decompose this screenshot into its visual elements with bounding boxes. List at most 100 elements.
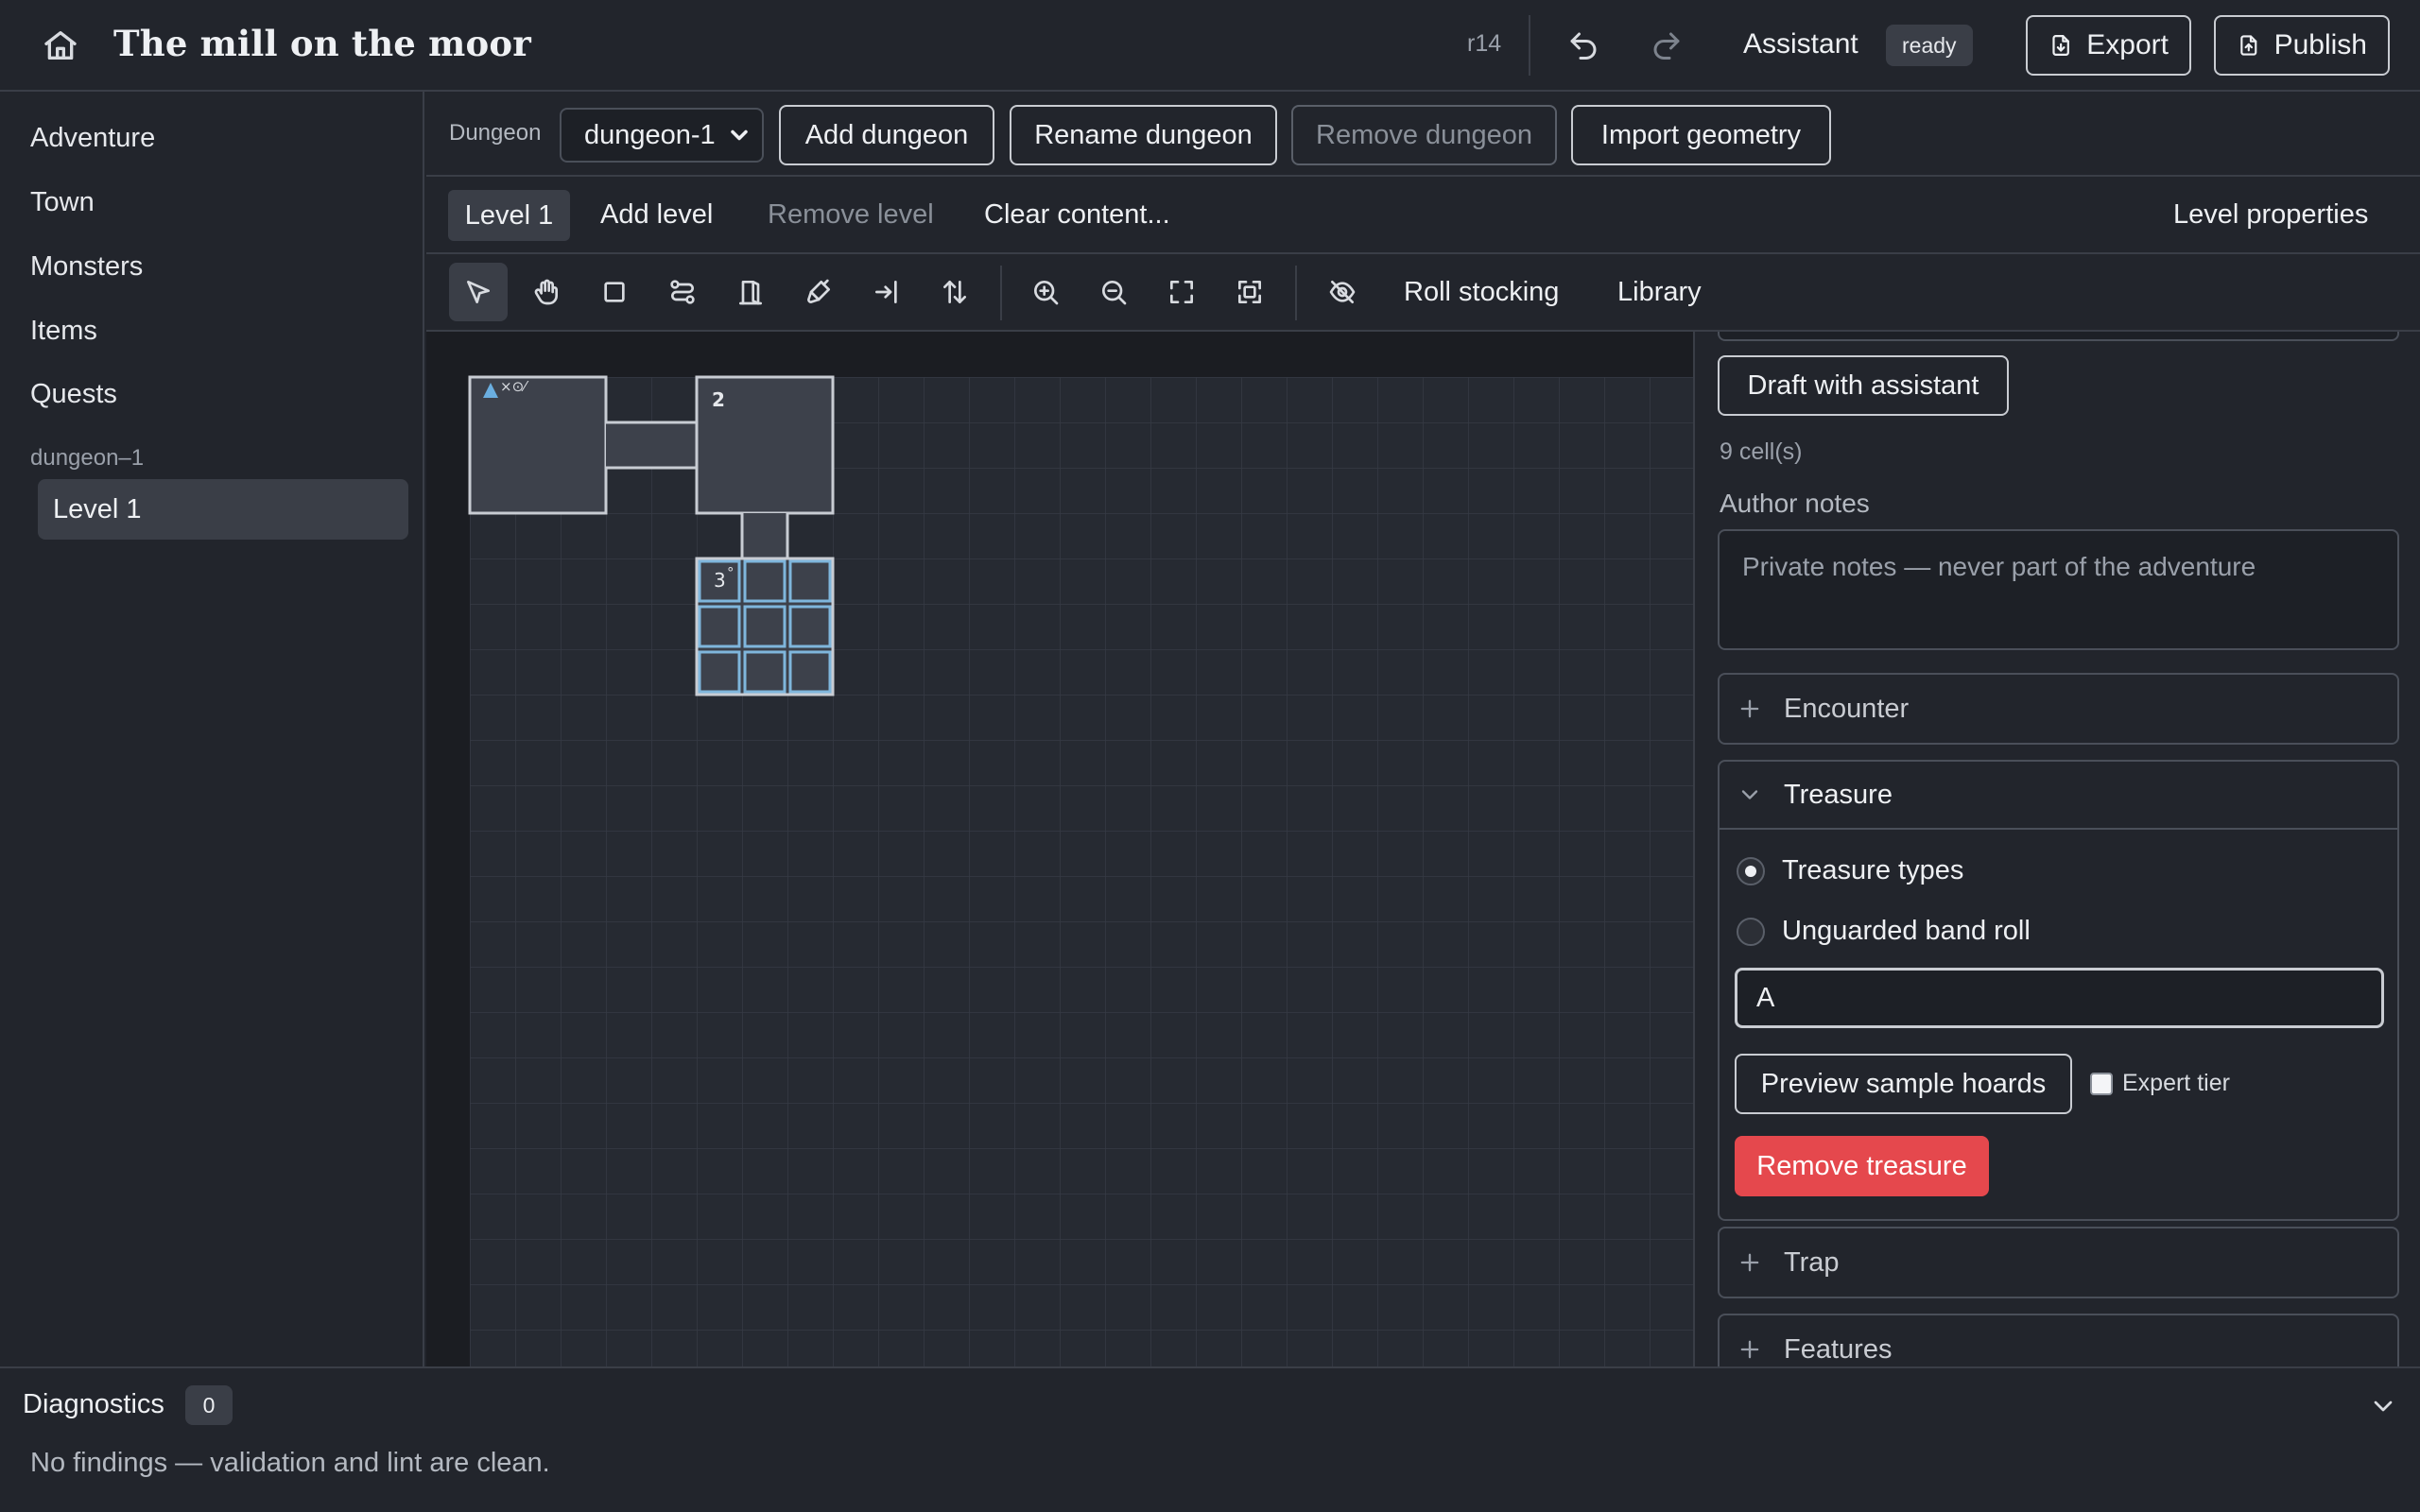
grid-lines xyxy=(470,377,1693,1366)
file-download-icon xyxy=(2052,35,2069,56)
clear-content-button[interactable]: Clear content... xyxy=(984,199,1170,231)
sidebar-item-level-1[interactable]: Level 1 xyxy=(38,479,408,540)
sidebar-item-items[interactable]: Items xyxy=(30,316,97,347)
add-level-button[interactable]: Add level xyxy=(600,199,713,231)
toolbar-divider xyxy=(1295,266,1297,320)
paint-tool-button[interactable] xyxy=(789,263,848,321)
trap-section: Trap xyxy=(1718,1227,2399,1298)
zoom-in-button[interactable] xyxy=(1016,263,1075,321)
room-tool-icon xyxy=(604,282,625,302)
fit-view-button[interactable] xyxy=(1152,263,1211,321)
sidebar-item-quests[interactable]: Quests xyxy=(30,379,117,410)
level-properties-button[interactable]: Level properties xyxy=(2173,199,2368,231)
remove-level-button[interactable]: Remove level xyxy=(768,199,934,231)
map-canvas[interactable]: ×⊙⁄ 2 3 ° xyxy=(426,332,1693,1366)
sidebar: Adventure Town Monsters Items Quests dun… xyxy=(0,92,424,1366)
room-tool-button[interactable] xyxy=(585,263,644,321)
trap-toggle[interactable]: Trap xyxy=(1720,1228,2397,1297)
diagnostics-title: Diagnostics xyxy=(23,1389,164,1419)
dungeon-select[interactable]: dungeon-1 xyxy=(560,108,764,163)
sidebar-item-monsters[interactable]: Monsters xyxy=(30,251,143,283)
remove-treasure-button[interactable]: Remove treasure xyxy=(1735,1136,1989,1196)
entrance-tool-icon xyxy=(875,281,897,303)
author-notes-placeholder: Private notes — never part of the advent… xyxy=(1742,552,2256,581)
chevron-down-icon xyxy=(731,129,748,141)
features-toggle[interactable]: Features xyxy=(1720,1315,2397,1366)
chevron-down-icon xyxy=(1741,790,1758,799)
publish-label: Publish xyxy=(2273,29,2367,60)
entrance-tool-button[interactable] xyxy=(857,263,916,321)
zoom-out-button[interactable] xyxy=(1084,263,1143,321)
pan-tool-button[interactable] xyxy=(517,263,576,321)
select-tool-button[interactable] xyxy=(449,263,508,321)
door-tool-button[interactable] xyxy=(721,263,780,321)
remove-dungeon-button[interactable]: Remove dungeon xyxy=(1291,105,1557,165)
roll-stocking-button[interactable]: Roll stocking xyxy=(1404,277,1559,308)
treasure-toggle[interactable]: Treasure xyxy=(1720,762,2397,830)
toolbar-divider xyxy=(1000,266,1002,320)
treasure-section: Treasure Treasure types Unguarded band r… xyxy=(1718,760,2399,1221)
corridor-tool-button[interactable] xyxy=(653,263,712,321)
unguarded-band-radio[interactable] xyxy=(1737,917,1765,946)
treasure-types-label: Treasure types xyxy=(1782,855,1964,885)
corridor-2-3[interactable] xyxy=(742,513,787,558)
corridor-1-2[interactable] xyxy=(606,422,697,468)
assistant-button[interactable]: Assistant xyxy=(1743,28,1858,60)
redo-button[interactable] xyxy=(1650,28,1684,62)
paint-tool-icon xyxy=(807,279,830,303)
features-label: Features xyxy=(1784,1333,1893,1365)
home-icon xyxy=(44,31,77,60)
fit-selection-button[interactable] xyxy=(1220,263,1279,321)
redo-icon xyxy=(1653,32,1680,60)
treasure-type-input[interactable]: A xyxy=(1735,968,2384,1028)
hide-icon xyxy=(1329,281,1356,303)
sidebar-group-label: dungeon–1 xyxy=(30,445,145,471)
author-notes-label: Author notes xyxy=(1720,489,1870,518)
inspector-panel: Draft with assistant 9 cell(s) Author no… xyxy=(1693,332,2420,1366)
dungeon-map[interactable]: ×⊙⁄ 2 3 ° xyxy=(426,332,1693,1366)
unguarded-band-option[interactable]: Unguarded band roll xyxy=(1737,916,2031,947)
sidebar-item-town[interactable]: Town xyxy=(30,187,95,218)
home-button[interactable] xyxy=(42,26,79,64)
room-2-label: 2 xyxy=(712,388,725,411)
door-tool-icon xyxy=(739,281,762,305)
plus-icon xyxy=(1740,1340,1759,1359)
sidebar-item-adventure[interactable]: Adventure xyxy=(30,123,155,154)
zoom-in-icon xyxy=(1034,281,1059,305)
rename-dungeon-button[interactable]: Rename dungeon xyxy=(1010,105,1277,165)
corridor-tool-icon xyxy=(670,280,695,304)
dungeon-label: Dungeon xyxy=(449,120,542,146)
import-geometry-button[interactable]: Import geometry xyxy=(1571,105,1831,165)
expert-tier-checkbox[interactable] xyxy=(2090,1072,2113,1095)
top-bar: The mill on the moor r14 Assistant ready… xyxy=(0,0,2420,92)
tab-level-1[interactable]: Level 1 xyxy=(448,190,570,241)
add-dungeon-button[interactable]: Add dungeon xyxy=(779,105,994,165)
draft-with-assistant-button[interactable]: Draft with assistant xyxy=(1718,355,2009,416)
encounter-toggle[interactable]: Encounter xyxy=(1720,675,2397,743)
publish-button[interactable]: Publish xyxy=(2214,15,2390,76)
undo-button[interactable] xyxy=(1566,28,1600,62)
diagnostics-panel: Diagnostics 0 No findings — validation a… xyxy=(0,1366,2420,1512)
diagnostics-toggle[interactable] xyxy=(2368,1391,2398,1421)
treasure-types-radio[interactable] xyxy=(1737,856,1765,885)
diagnostics-message: No findings — validation and lint are cl… xyxy=(30,1448,550,1478)
chevron-down-icon xyxy=(2374,1400,2393,1412)
encounter-section: Encounter xyxy=(1718,673,2399,745)
description-textarea[interactable] xyxy=(1718,332,2399,341)
toggle-visibility-button[interactable] xyxy=(1313,263,1372,321)
stairs-tool-button[interactable] xyxy=(925,263,984,321)
revision-label: r14 xyxy=(1467,30,1502,57)
expert-tier-option[interactable]: Expert tier xyxy=(2090,1070,2230,1097)
fit-view-icon xyxy=(1170,281,1193,303)
level-bar: Level 1 Add level Remove level Clear con… xyxy=(426,177,2420,254)
author-notes-textarea[interactable]: Private notes — never part of the advent… xyxy=(1718,529,2399,650)
treasure-types-option[interactable]: Treasure types xyxy=(1737,855,1963,886)
preview-sample-hoards-button[interactable]: Preview sample hoards xyxy=(1735,1054,2072,1114)
encounter-label: Encounter xyxy=(1784,693,1910,724)
export-label: Export xyxy=(2086,29,2169,60)
library-button[interactable]: Library xyxy=(1617,277,1702,308)
plus-icon xyxy=(1740,699,1759,718)
expert-tier-label: Expert tier xyxy=(2122,1070,2230,1096)
dungeon-bar: Dungeon dungeon-1 Add dungeon Rename dun… xyxy=(426,92,2420,177)
export-button[interactable]: Export xyxy=(2026,15,2191,76)
